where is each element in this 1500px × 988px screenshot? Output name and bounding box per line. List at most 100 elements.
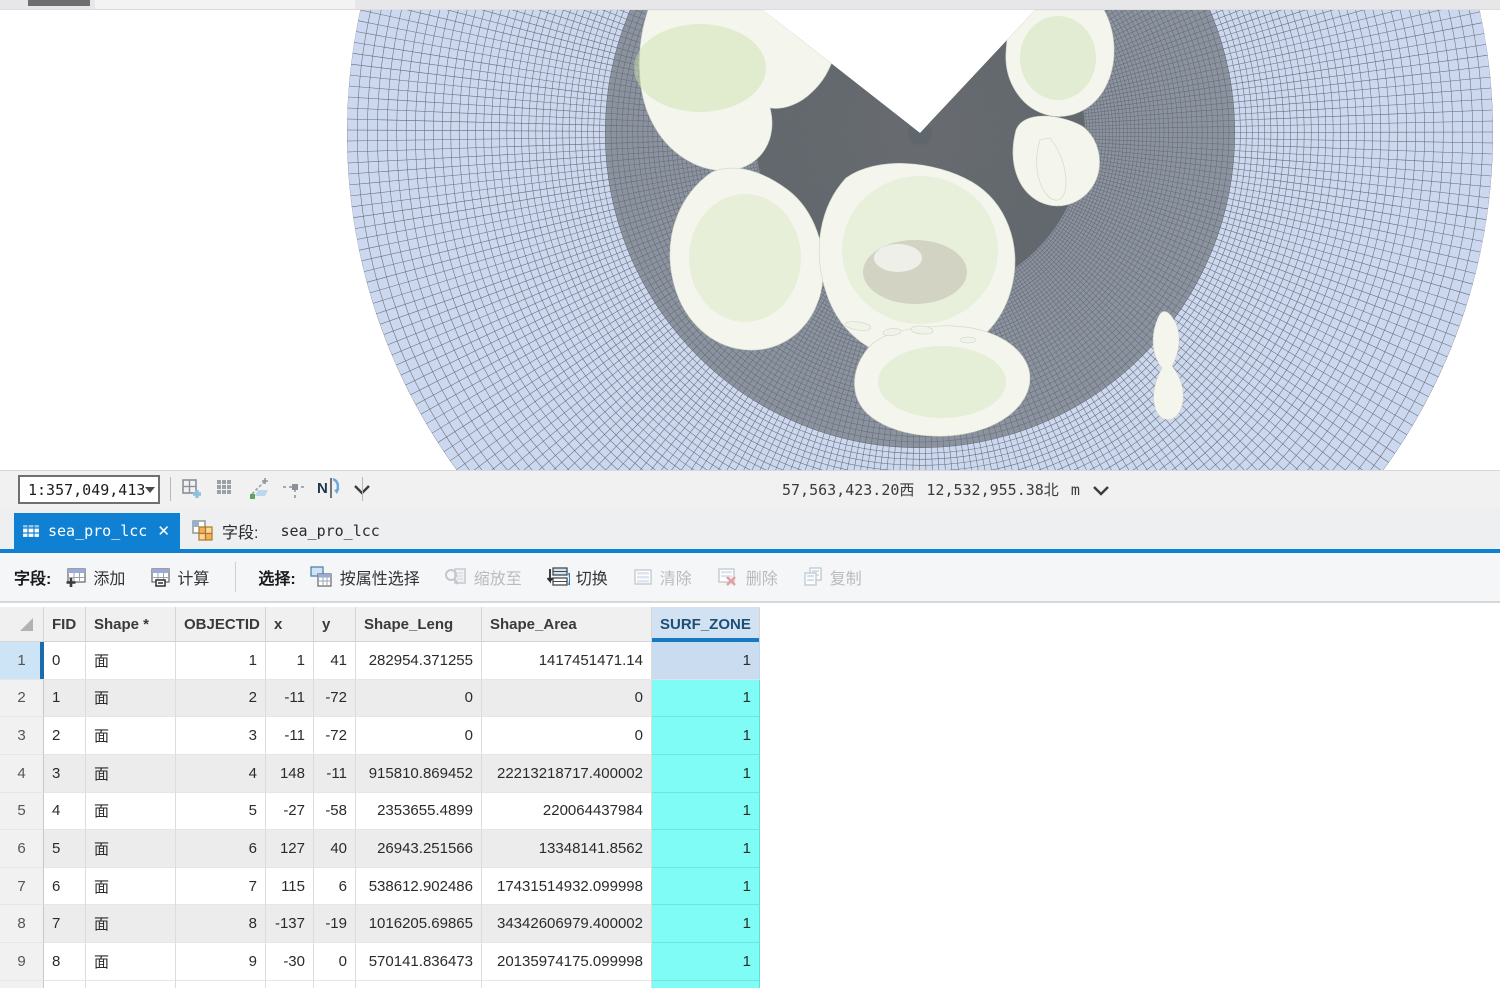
- row-handle[interactable]: 1: [0, 642, 44, 680]
- cell-surf_zone[interactable]: 1: [652, 793, 760, 831]
- column-header-y[interactable]: y: [314, 607, 356, 642]
- cell-objectid[interactable]: 8: [176, 905, 266, 943]
- cell-x[interactable]: 115: [266, 868, 314, 906]
- cell-x[interactable]: 127: [266, 830, 314, 868]
- column-header-shape[interactable]: Shape *: [86, 607, 176, 642]
- fields-indicator[interactable]: 字段: sea_pro_lcc: [192, 513, 380, 549]
- cell-surf_zone[interactable]: 1: [652, 755, 760, 793]
- north-arrow-icon[interactable]: N: [316, 477, 340, 501]
- cell-y[interactable]: -58: [314, 793, 356, 831]
- cell-x[interactable]: -11: [266, 680, 314, 718]
- add-pane-icon[interactable]: [180, 477, 204, 501]
- row-handle[interactable]: 9: [0, 943, 44, 981]
- cell-y[interactable]: -72: [314, 717, 356, 755]
- cell-surf_zone[interactable]: 1: [652, 868, 760, 906]
- cell-shape_area[interactable]: 22213218717.400002: [482, 755, 652, 793]
- map-scale-combobox[interactable]: 1:357,049,413: [18, 475, 160, 504]
- cell-y[interactable]: 40: [314, 830, 356, 868]
- column-header-fid[interactable]: FID: [44, 607, 86, 642]
- cell-y[interactable]: 6: [314, 868, 356, 906]
- cell-shape_leng[interactable]: 915810.869452: [356, 755, 482, 793]
- table-row[interactable]: 54面5-27-582353655.48992200644379841: [0, 793, 770, 831]
- table-row[interactable]: 10面1141282954.3712551417451471.141: [0, 642, 770, 680]
- cell-shape_area[interactable]: 17431514932.099998: [482, 868, 652, 906]
- cell-y[interactable]: -19: [314, 905, 356, 943]
- cell-x[interactable]: -30: [266, 943, 314, 981]
- coordinate-readout[interactable]: 57,563,423.20西 12,532,955.38北 m: [782, 471, 1110, 508]
- cell-shape_area[interactable]: 20135974175.099998: [482, 943, 652, 981]
- table-row[interactable]: 43面4148-11915810.86945222213218717.40000…: [0, 755, 770, 793]
- table-row[interactable]: 76面71156538612.90248617431514932.0999981: [0, 868, 770, 906]
- cell-objectid[interactable]: 3: [176, 717, 266, 755]
- cell-shape_area[interactable]: 0: [482, 717, 652, 755]
- cell-shape_leng[interactable]: 282954.371255: [356, 642, 482, 680]
- cell-fid[interactable]: 7: [44, 905, 86, 943]
- cell-y[interactable]: 41: [314, 642, 356, 680]
- cell-shape[interactable]: 面: [86, 830, 176, 868]
- cell-shape_leng[interactable]: 1016205.69865: [356, 905, 482, 943]
- cell-shape_leng[interactable]: 538612.902486: [356, 868, 482, 906]
- snapping-icon[interactable]: [282, 477, 306, 501]
- cell-fid[interactable]: 6: [44, 868, 86, 906]
- cell-shape_area[interactable]: 34342606979.400002: [482, 905, 652, 943]
- cell-surf_zone[interactable]: 1: [652, 905, 760, 943]
- cell-shape_area[interactable]: 13348141.8562: [482, 830, 652, 868]
- cell-shape[interactable]: 面: [86, 793, 176, 831]
- tab-sea-pro-lcc[interactable]: sea_pro_lcc ✕: [14, 513, 180, 549]
- cell-shape[interactable]: 面: [86, 680, 176, 718]
- row-handle[interactable]: 8: [0, 905, 44, 943]
- table-row[interactable]: 87面8-137-191016205.6986534342606979.4000…: [0, 905, 770, 943]
- cell-x[interactable]: 1: [266, 642, 314, 680]
- cell-surf_zone[interactable]: 1: [652, 943, 760, 981]
- grid-icon[interactable]: [214, 477, 238, 501]
- cell-objectid[interactable]: 5: [176, 793, 266, 831]
- chevron-down-icon[interactable]: [1092, 483, 1110, 497]
- table-row[interactable]: 32面3-11-72001: [0, 717, 770, 755]
- table-row[interactable]: 98面9-300570141.83647320135974175.0999981: [0, 943, 770, 981]
- cell-fid[interactable]: 2: [44, 717, 86, 755]
- cell-fid[interactable]: 1: [44, 680, 86, 718]
- cell-x[interactable]: -11: [266, 717, 314, 755]
- cell-y[interactable]: 0: [314, 943, 356, 981]
- row-handle[interactable]: 7: [0, 868, 44, 906]
- cell-shape_area[interactable]: 0: [482, 680, 652, 718]
- cell-surf_zone[interactable]: 1: [652, 830, 760, 868]
- row-handle[interactable]: 4: [0, 755, 44, 793]
- cell-shape[interactable]: 面: [86, 755, 176, 793]
- cell-shape[interactable]: 面: [86, 642, 176, 680]
- select-by-attributes-button[interactable]: 按属性选择: [310, 565, 420, 589]
- chevron-down-icon[interactable]: [145, 487, 155, 493]
- cell-objectid[interactable]: 2: [176, 680, 266, 718]
- cell-y[interactable]: -72: [314, 680, 356, 718]
- cell-shape[interactable]: 面: [86, 717, 176, 755]
- cell-shape_leng[interactable]: 0: [356, 717, 482, 755]
- cell-fid[interactable]: 0: [44, 642, 86, 680]
- cell-shape[interactable]: 面: [86, 943, 176, 981]
- cell-shape_area[interactable]: 1417451471.14: [482, 642, 652, 680]
- cell-objectid[interactable]: 9: [176, 943, 266, 981]
- cell-shape_leng[interactable]: 570141.836473: [356, 943, 482, 981]
- cell-objectid[interactable]: 6: [176, 830, 266, 868]
- column-header-objectid[interactable]: OBJECTID: [176, 607, 266, 642]
- column-header-x[interactable]: x: [266, 607, 314, 642]
- cell-surf_zone[interactable]: 1: [652, 680, 760, 718]
- column-header-shape-area[interactable]: Shape_Area: [482, 607, 652, 642]
- cell-fid[interactable]: 5: [44, 830, 86, 868]
- cell-shape_leng[interactable]: 2353655.4899: [356, 793, 482, 831]
- cell-y[interactable]: -11: [314, 755, 356, 793]
- cell-x[interactable]: 148: [266, 755, 314, 793]
- cell-shape[interactable]: 面: [86, 868, 176, 906]
- column-header-shape-leng[interactable]: Shape_Leng: [356, 607, 482, 642]
- cell-shape_leng[interactable]: 0: [356, 680, 482, 718]
- add-field-button[interactable]: 添加: [65, 565, 125, 589]
- cell-fid[interactable]: 4: [44, 793, 86, 831]
- row-handle[interactable]: 3: [0, 717, 44, 755]
- map-view[interactable]: [0, 10, 1500, 470]
- cell-x[interactable]: -27: [266, 793, 314, 831]
- cell-shape[interactable]: 面: [86, 905, 176, 943]
- cell-surf_zone[interactable]: 1: [652, 642, 760, 680]
- cell-objectid[interactable]: 4: [176, 755, 266, 793]
- cell-shape_area[interactable]: 220064437984: [482, 793, 652, 831]
- cell-fid[interactable]: 8: [44, 943, 86, 981]
- calculate-field-button[interactable]: 计算: [149, 565, 209, 589]
